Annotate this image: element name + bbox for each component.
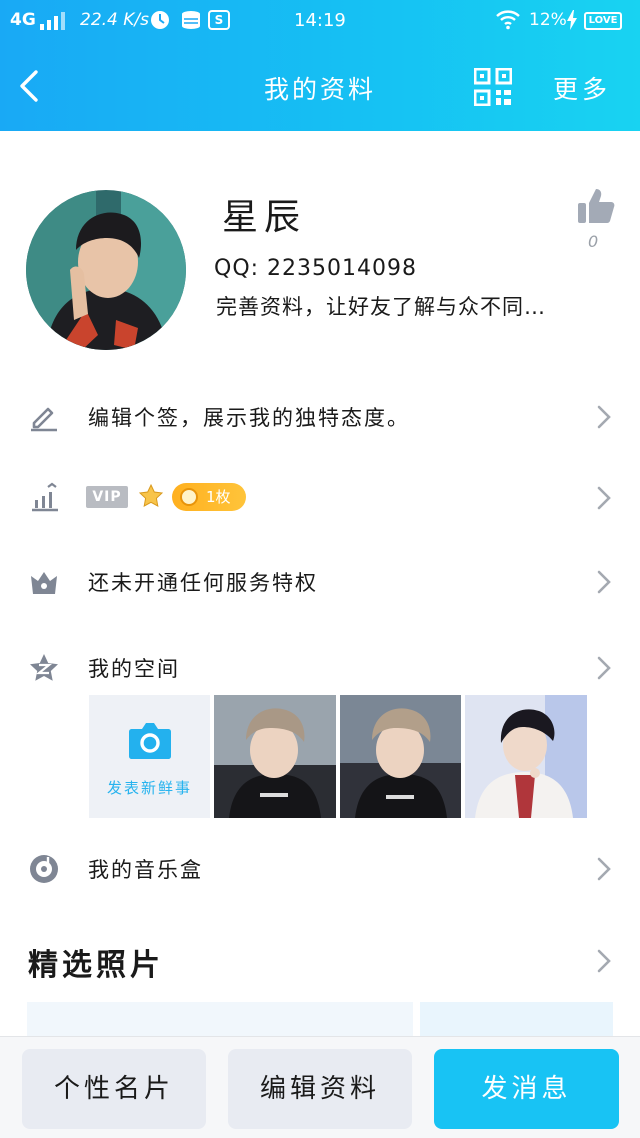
coin-badge: 1枚 bbox=[172, 483, 246, 511]
chevron-right-icon bbox=[596, 404, 612, 430]
page-title: 我的资料 bbox=[263, 75, 376, 104]
bottom-action-bar: 个性名片 编辑资料 发消息 bbox=[0, 1036, 640, 1138]
crown-icon bbox=[28, 566, 60, 598]
battery-percent: 12% bbox=[529, 10, 567, 30]
vip-badge: VIP bbox=[86, 486, 128, 508]
music-disc-icon bbox=[28, 853, 60, 885]
qr-code-icon[interactable] bbox=[473, 67, 513, 107]
chevron-right-icon bbox=[596, 856, 612, 882]
app-badge-icon: S bbox=[208, 10, 230, 30]
signal-icon bbox=[40, 12, 65, 30]
more-button[interactable]: 更多 bbox=[553, 70, 611, 106]
send-message-button[interactable]: 发消息 bbox=[434, 1049, 619, 1129]
clock: 14:19 bbox=[294, 10, 346, 31]
zone-photo-2[interactable] bbox=[339, 695, 462, 818]
featured-photos-title: 精选照片 bbox=[28, 948, 164, 983]
music-row[interactable]: 我的音乐盒 bbox=[0, 838, 640, 898]
network-type: 4G bbox=[10, 10, 36, 30]
vip-row[interactable]: VIP 1枚 bbox=[0, 467, 640, 527]
coin-count: 1枚 bbox=[206, 488, 231, 506]
avatar[interactable] bbox=[26, 190, 186, 350]
battery-icon: LOVE bbox=[584, 12, 622, 30]
zone-photo-3[interactable] bbox=[465, 695, 587, 818]
storage-icon bbox=[180, 10, 202, 35]
like-count: 0 bbox=[588, 232, 599, 251]
chevron-right-icon[interactable] bbox=[596, 948, 612, 974]
post-new-label: 发表新鲜事 bbox=[106, 779, 192, 797]
zone-row[interactable]: 我的空间 bbox=[0, 637, 640, 697]
pencil-icon bbox=[28, 401, 60, 433]
profile-card-button[interactable]: 个性名片 bbox=[22, 1049, 206, 1129]
sync-icon bbox=[150, 10, 170, 35]
chevron-right-icon bbox=[596, 569, 612, 595]
edit-profile-button[interactable]: 编辑资料 bbox=[228, 1049, 412, 1129]
chevron-right-icon bbox=[596, 485, 612, 511]
zone-text: 我的空间 bbox=[88, 657, 180, 681]
signature-text: 编辑个签，展示我的独特态度。 bbox=[88, 406, 410, 430]
coin-icon bbox=[180, 488, 198, 506]
chart-icon bbox=[28, 482, 60, 514]
featured-photo-1[interactable] bbox=[27, 1002, 413, 1036]
profile-bio[interactable]: 完善资料，让好友了解与众不同… bbox=[216, 291, 596, 321]
thumbs-up-icon[interactable] bbox=[576, 186, 616, 226]
zone-photos: 发表新鲜事 bbox=[89, 695, 587, 818]
music-text: 我的音乐盒 bbox=[88, 858, 203, 882]
zone-star-icon bbox=[28, 652, 60, 684]
network-speed: 22.4 K/s bbox=[80, 10, 149, 30]
signature-row[interactable]: 编辑个签，展示我的独特态度。 bbox=[0, 386, 640, 446]
profile-name: 星辰 bbox=[222, 197, 307, 238]
star-icon bbox=[138, 483, 164, 509]
header: 4G 22.4 K/s S 14:19 12% LOVE 我的资料 更多 bbox=[0, 0, 640, 131]
chevron-right-icon bbox=[596, 655, 612, 681]
featured-photo-2[interactable] bbox=[420, 1002, 613, 1036]
wifi-icon bbox=[495, 8, 521, 35]
charging-icon bbox=[566, 10, 578, 35]
zone-photo-1[interactable] bbox=[213, 695, 336, 818]
privilege-text: 还未开通任何服务特权 bbox=[88, 571, 318, 595]
post-new-button[interactable]: 发表新鲜事 bbox=[89, 695, 210, 818]
status-bar: 4G 22.4 K/s S 14:19 12% LOVE bbox=[0, 0, 640, 44]
qq-number: QQ: 2235014098 bbox=[214, 256, 418, 281]
camera-icon bbox=[128, 721, 172, 759]
privilege-row[interactable]: 还未开通任何服务特权 bbox=[0, 551, 640, 611]
